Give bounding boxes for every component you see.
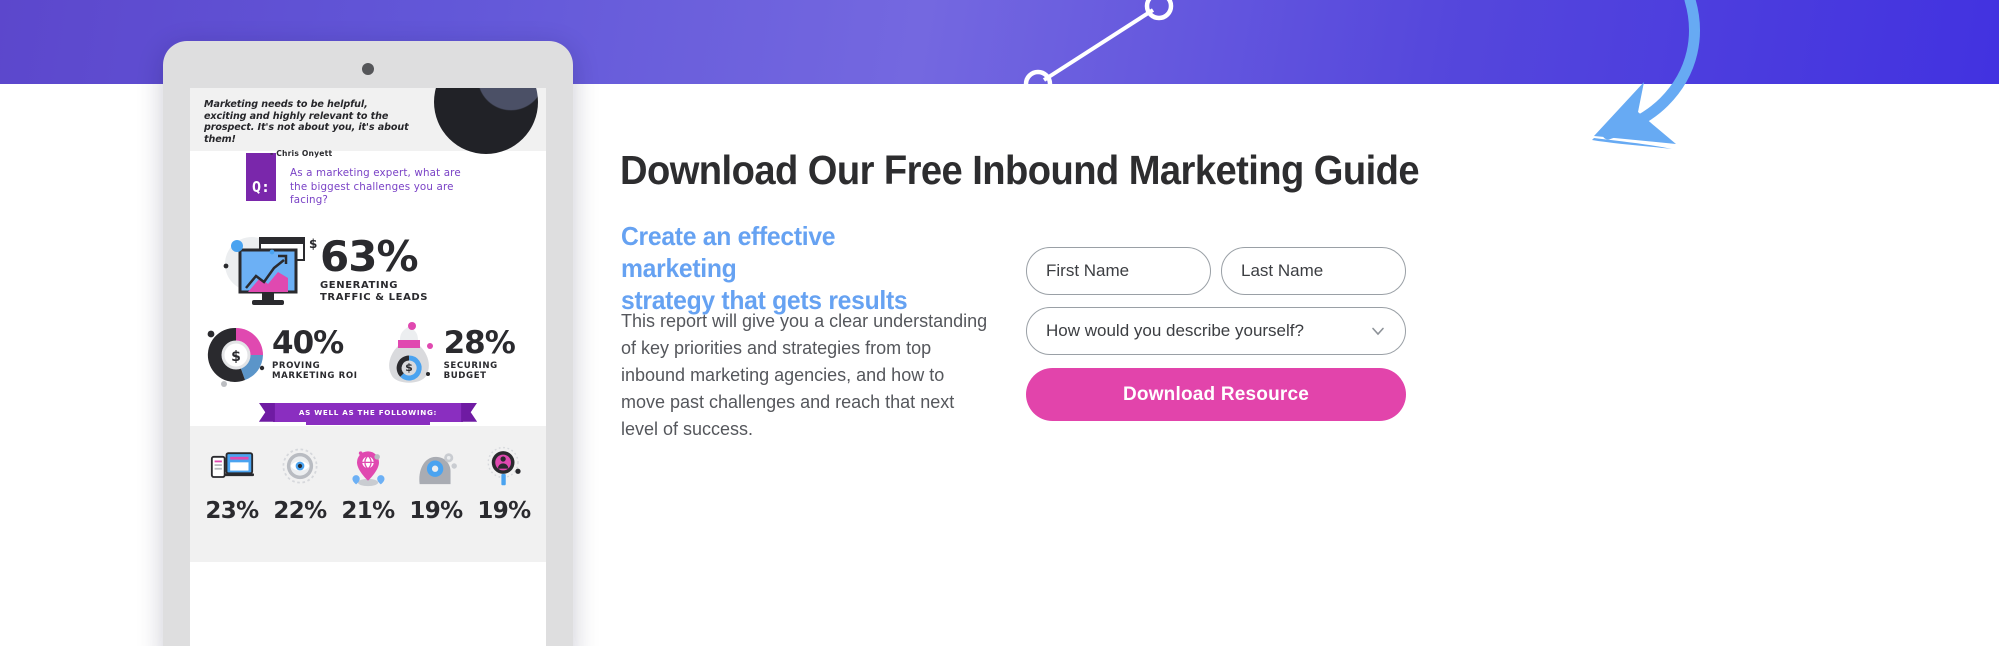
eye-target-icon <box>272 442 328 490</box>
ribbon-label: AS WELL AS THE FOLLOWING: <box>272 402 464 422</box>
monitor-chart-icon: $ <box>216 230 320 312</box>
page-body-text: This report will give you a clear unders… <box>621 311 988 439</box>
connected-nodes-icon <box>1023 0 1174 94</box>
follow-stat-0: 23% <box>204 442 260 524</box>
donut-chart-dollar-icon: $ <box>200 322 272 388</box>
infographic-quote-block: Marketing needs to be helpful, exciting … <box>190 88 546 158</box>
magnifier-person-icon <box>476 442 532 490</box>
infographic-question-block: Q: As a marketing expert, what are the b… <box>190 151 546 214</box>
location-pin-globe-icon <box>340 442 396 490</box>
follow-stat-2: 21% <box>340 442 396 524</box>
secondary-stat-0-value: 40% <box>272 324 344 361</box>
follow-stat-3-value: 19% <box>409 497 463 524</box>
money-bag-icon: $ <box>372 321 444 388</box>
infographic-question: As a marketing expert, what are the bigg… <box>290 167 461 207</box>
camera-dot-icon <box>362 63 374 75</box>
download-resource-button[interactable]: Download Resource <box>1026 368 1406 421</box>
describe-yourself-select[interactable]: How would you describe yourself? <box>1026 307 1406 355</box>
infographic-quote: Marketing needs to be helpful, exciting … <box>204 99 409 145</box>
follow-stat-1-value: 22% <box>273 497 327 524</box>
follow-stat-3: 19% <box>408 442 464 524</box>
follow-stat-1: 22% <box>272 442 328 524</box>
secondary-stat-1-label-1: SECURING <box>443 360 498 371</box>
svg-text:$: $ <box>309 237 317 251</box>
svg-text:$: $ <box>405 361 413 374</box>
primary-stat: $ 63% GENERATING TRAFFIC & LEADS <box>190 214 546 312</box>
page-subtitle: Create an effective marketing strategy t… <box>621 220 935 316</box>
tablet-mockup: Marketing needs to be helpful, exciting … <box>163 41 573 646</box>
first-name-input[interactable]: First Name <box>1026 247 1211 295</box>
primary-stat-label-1: GENERATING <box>320 280 399 292</box>
download-form: First Name Last Name How would you descr… <box>1026 247 1406 421</box>
download-resource-label: Download Resource <box>1122 383 1310 405</box>
follow-stat-2-value: 21% <box>341 497 395 524</box>
follow-stats-band: 23% 22% 21% 19% 19% <box>190 425 546 562</box>
secondary-stat-0: $ 40% PROVING MARKETING ROI <box>200 322 358 388</box>
secondary-stat-0-label-1: PROVING <box>272 360 321 371</box>
follow-stat-0-value: 23% <box>205 497 259 524</box>
infographic-ribbon: AS WELL AS THE FOLLOWING: <box>190 402 546 425</box>
secondary-stat-1-value: 28% <box>443 324 516 361</box>
devices-icon <box>204 442 260 490</box>
question-badge: Q: <box>246 153 276 202</box>
chevron-down-icon <box>1372 327 1384 336</box>
secondary-stat-1: $ 28% SECURING BUDGET <box>372 321 516 388</box>
avatar <box>434 88 538 154</box>
svg-text:$: $ <box>231 349 241 365</box>
describe-yourself-value: How would you describe yourself? <box>1046 321 1304 340</box>
page-subtitle-line-1: Create an effective marketing <box>621 221 836 283</box>
head-gears-icon <box>408 442 464 490</box>
follow-stat-4-value: 19% <box>477 497 531 524</box>
first-name-placeholder: First Name <box>1046 261 1130 280</box>
primary-stat-value: 63% <box>320 232 419 282</box>
secondary-stat-0-label-2: MARKETING ROI <box>272 371 358 382</box>
follow-stat-4: 19% <box>476 442 532 524</box>
landing-page: Marketing needs to be helpful, exciting … <box>0 0 1999 646</box>
page-title: Download Our Free Inbound Marketing Guid… <box>620 147 1420 193</box>
primary-stat-label-2: TRAFFIC & LEADS <box>320 292 429 304</box>
hero-content: Download Our Free Inbound Marketing Guid… <box>620 84 1999 646</box>
infographic-screen: Marketing needs to be helpful, exciting … <box>190 88 546 646</box>
secondary-stats-row: $ 40% PROVING MARKETING ROI $ 28% SECURI… <box>190 312 546 388</box>
last-name-placeholder: Last Name <box>1241 261 1324 280</box>
infographic-quote-attribution: - Chris Onyett <box>270 149 333 159</box>
secondary-stat-1-label-2: BUDGET <box>443 371 487 382</box>
last-name-input[interactable]: Last Name <box>1221 247 1406 295</box>
